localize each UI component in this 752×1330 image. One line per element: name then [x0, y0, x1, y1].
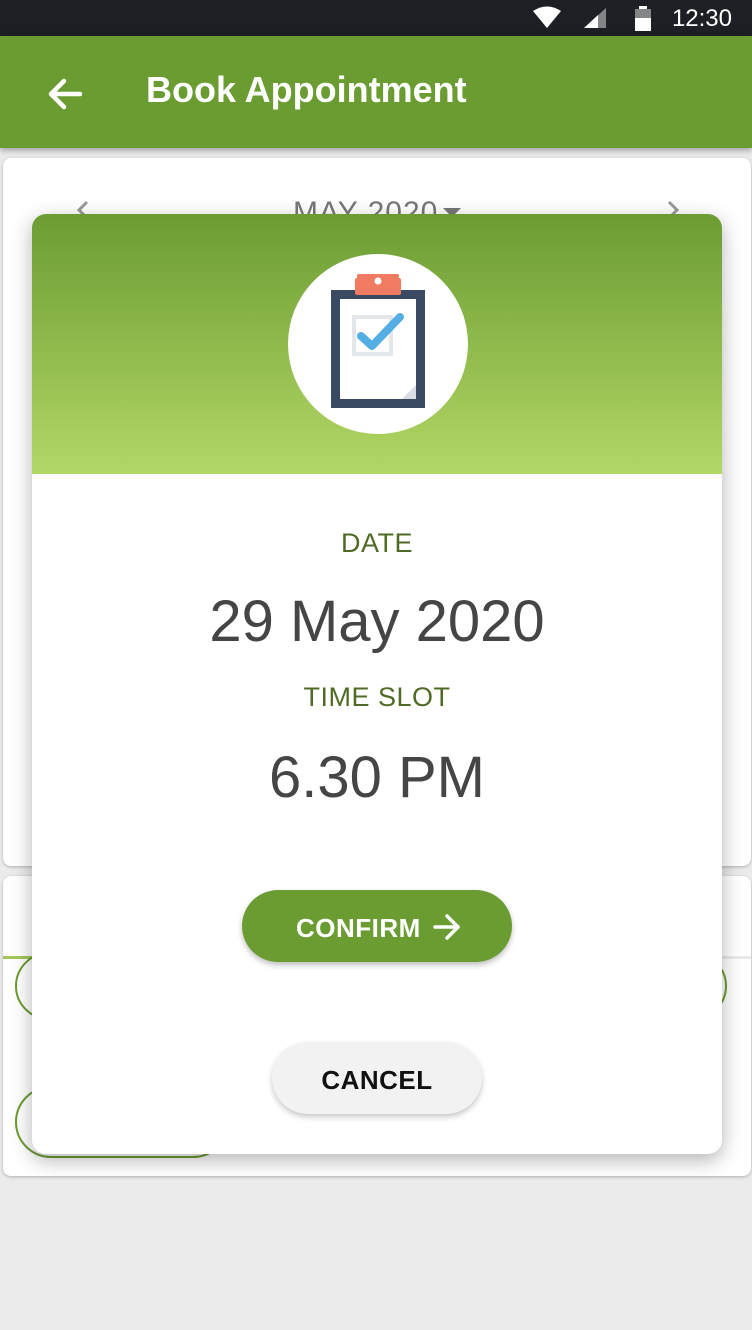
arrow-left-icon	[48, 78, 83, 110]
time-slot-value: 6.30 PM	[269, 745, 485, 810]
time-slot-label: TIME SLOT	[303, 682, 451, 712]
cancel-button-label: CANCEL	[321, 1065, 433, 1095]
battery-icon	[635, 6, 651, 31]
page-title: Book Appointment	[146, 69, 467, 110]
arrow-right-icon	[433, 914, 460, 940]
dialog-header	[32, 214, 722, 474]
signal-icon	[584, 8, 606, 28]
cancel-button[interactable]: CANCEL	[272, 1042, 482, 1114]
icon-circle	[288, 254, 468, 434]
clipboard-check-icon	[331, 274, 425, 408]
confirm-appointment-dialog: DATE 29 May 2020 TIME SLOT 6.30 PM CONFI…	[32, 214, 722, 1154]
wifi-icon	[533, 6, 561, 28]
confirm-button-label: CONFIRM	[296, 913, 421, 943]
date-value: 29 May 2020	[209, 589, 545, 654]
confirm-button[interactable]: CONFIRM	[242, 890, 512, 962]
date-label: DATE	[340, 528, 413, 558]
status-bar: 12:30	[0, 0, 752, 36]
back-button[interactable]	[44, 74, 88, 114]
app-bar: Book Appointment	[0, 36, 752, 148]
status-time: 12:30	[671, 5, 732, 32]
